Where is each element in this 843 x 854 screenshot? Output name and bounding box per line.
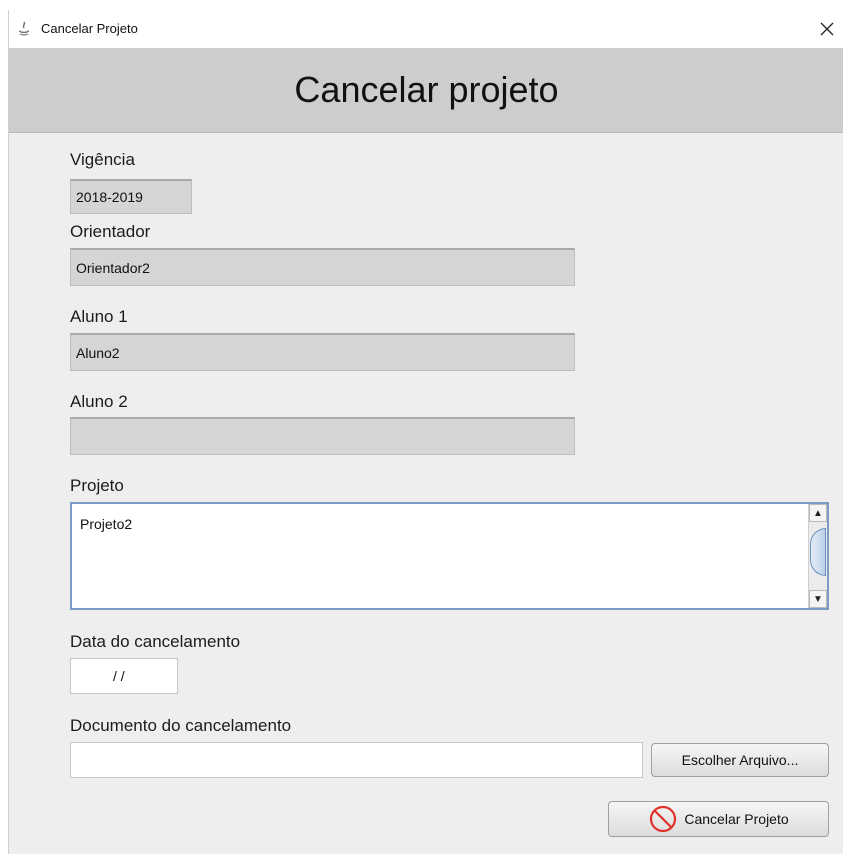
data-cancelamento-label: Data do cancelamento [70, 632, 241, 651]
projeto-scrollbar[interactable]: ▲ ▼ [808, 504, 827, 608]
java-app-icon [18, 21, 30, 36]
page-title: Cancelar projeto [294, 69, 559, 110]
aluno1-field: Aluno2 [70, 333, 575, 371]
aluno2-label: Aluno 2 [70, 392, 128, 411]
window-title: Cancelar Projeto [41, 21, 138, 36]
orientador-label: Orientador [70, 222, 151, 241]
projeto-textarea[interactable]: Projeto2 ▲ ▼ [70, 502, 829, 610]
choose-file-button[interactable]: Escolher Arquivo... [651, 743, 829, 777]
vigencia-label: Vigência [70, 150, 135, 169]
projeto-label: Projeto [70, 476, 124, 495]
orientador-field: Orientador2 [70, 248, 575, 286]
documento-input[interactable] [70, 742, 643, 778]
close-icon [820, 22, 834, 36]
aluno1-label: Aluno 1 [70, 307, 128, 326]
close-button[interactable] [810, 12, 843, 46]
aluno2-field [70, 417, 575, 455]
cancel-project-label: Cancelar Projeto [684, 811, 789, 827]
data-cancelamento-input[interactable]: / / [70, 658, 178, 694]
prohibited-icon [650, 805, 677, 833]
cancel-project-window: Cancelar Projeto Cancelar projeto Vigênc… [8, 10, 843, 854]
scroll-thumb[interactable] [810, 528, 826, 576]
page-header: Cancelar projeto [9, 48, 843, 133]
cancel-project-button[interactable]: Cancelar Projeto [608, 801, 829, 837]
scroll-up-icon[interactable]: ▲ [809, 504, 827, 522]
title-bar: Cancelar Projeto [9, 10, 843, 48]
documento-label: Documento do cancelamento [70, 716, 292, 735]
scroll-down-icon[interactable]: ▼ [809, 590, 827, 608]
projeto-text: Projeto2 [80, 516, 133, 532]
vigencia-field: 2018-2019 [70, 179, 192, 214]
